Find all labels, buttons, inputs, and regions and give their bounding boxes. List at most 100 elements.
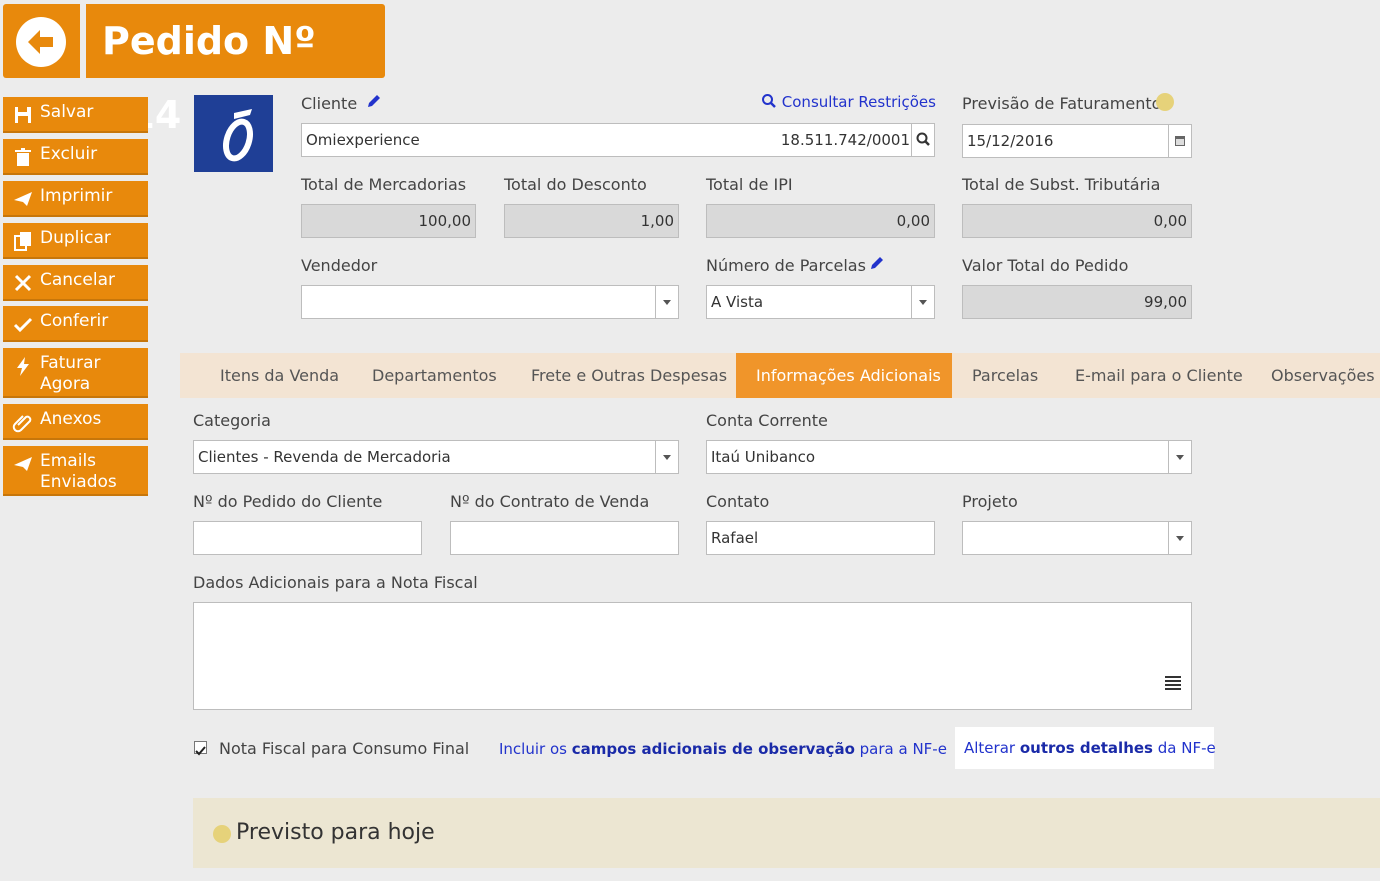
chevron-down-icon[interactable] (1168, 522, 1191, 554)
bolt-icon (12, 355, 34, 377)
chevron-down-icon[interactable] (655, 441, 678, 473)
incluir-campos-link[interactable]: Incluir os campos adicionais de observaç… (499, 740, 947, 758)
incluir-post: para a NF-e (854, 740, 947, 758)
menu-button-label: Cancelar (40, 270, 115, 290)
alterar-bold: outros detalhes (1019, 739, 1153, 757)
chevron-down-icon[interactable] (1168, 441, 1191, 473)
categoria-value: Clientes - Revenda de Mercadoria (198, 448, 451, 466)
categoria-select[interactable]: Clientes - Revenda de Mercadoria (193, 440, 679, 474)
text-expand-icon[interactable] (1163, 669, 1183, 701)
alterar-detalhes-link[interactable]: Alterar outros detalhes da NF-e (955, 727, 1216, 769)
projeto-select[interactable] (962, 521, 1192, 555)
previsto-text: Previsto para hoje (236, 820, 435, 845)
tab-itens-da-venda[interactable]: Itens da Venda (200, 353, 352, 398)
contato-label: Contato (706, 492, 770, 511)
valor-total-label: Valor Total do Pedido (962, 256, 1129, 275)
total-desconto-field: 1,00 (504, 204, 679, 238)
menu-button-imprimir[interactable]: Imprimir (3, 181, 148, 217)
status-dot-icon (1156, 93, 1174, 111)
total-st-label: Total de Subst. Tributária (962, 175, 1161, 194)
menu-button-cancelar[interactable]: Cancelar (3, 265, 148, 301)
cliente-field[interactable]: Omiexperience 18.511.742/0001 (301, 123, 935, 157)
print-icon (12, 188, 34, 210)
total-mercadorias-label: Total de Mercadorias (301, 175, 467, 194)
vendedor-select[interactable] (301, 285, 679, 319)
consumo-final-label: Nota Fiscal para Consumo Final (219, 739, 470, 758)
paperclip-icon (12, 411, 34, 433)
consultar-restricoes-link[interactable]: Consultar Restrições (761, 93, 936, 111)
conta-value: Itaú Unibanco (711, 448, 816, 466)
tab-parcelas[interactable]: Parcelas (952, 353, 1055, 398)
calendar-icon[interactable] (1168, 125, 1191, 157)
close-icon (12, 272, 34, 294)
previsao-value: 15/12/2016 (967, 132, 1054, 150)
vendedor-label: Vendedor (301, 256, 378, 275)
menu-button-duplicar[interactable]: Duplicar (3, 223, 148, 259)
menu-button-label: Excluir (40, 144, 98, 164)
consumo-final-checkbox[interactable] (194, 741, 207, 756)
alterar-post: da NF-e (1152, 739, 1216, 757)
total-ipi-field: 0,00 (706, 204, 935, 238)
menu-button-label: Duplicar (40, 228, 111, 248)
cliente-doc: 18.511.742/0001 (780, 131, 910, 149)
status-dot-icon (213, 825, 231, 843)
categoria-label: Categoria (193, 411, 271, 430)
tab-frete-e-outras-despesas[interactable]: Frete e Outras Despesas (511, 353, 736, 398)
previsao-label: Previsão de Faturamento (962, 94, 1162, 113)
trash-icon (12, 146, 34, 168)
contrato-label: Nº do Contrato de Venda (450, 492, 650, 511)
conta-select[interactable]: Itaú Unibanco (706, 440, 1192, 474)
dados-adicionais-label: Dados Adicionais para a Nota Fiscal (193, 573, 478, 592)
contato-field[interactable]: Rafael (706, 521, 935, 555)
previsto-banner: Previsto para hoje (193, 798, 1380, 868)
previsao-date-field[interactable]: 15/12/2016 (962, 124, 1192, 158)
parcelas-select[interactable]: A Vista (706, 285, 935, 319)
send-icon (12, 453, 34, 475)
pedido-cliente-label: Nº do Pedido do Cliente (193, 492, 383, 511)
tab-departamentos[interactable]: Departamentos (352, 353, 511, 398)
chevron-down-icon[interactable] (911, 286, 934, 318)
tab-informa-es-adicionais[interactable]: Informações Adicionais (736, 353, 952, 398)
menu-button-salvar[interactable]: Salvar (3, 97, 148, 133)
back-arrow-icon (16, 17, 66, 67)
edit-cliente-pencil-icon[interactable] (365, 92, 383, 114)
search-zoom-icon (762, 94, 776, 108)
alterar-pre: Alterar (964, 739, 1020, 757)
pedido-cliente-field[interactable] (193, 521, 422, 555)
dados-adicionais-textarea[interactable] (193, 602, 1192, 710)
menu-button-label: Salvar (40, 102, 94, 122)
cliente-search-icon[interactable] (911, 124, 934, 156)
menu-button-label: Faturar Agora (40, 353, 101, 394)
save-icon (12, 104, 34, 126)
projeto-label: Projeto (962, 492, 1018, 511)
valor-total-field: 99,00 (962, 285, 1192, 319)
incluir-bold: campos adicionais de observação (571, 740, 855, 758)
parcelas-label: Número de Parcelas (706, 256, 866, 275)
client-logo (194, 95, 273, 172)
menu-button-label: Conferir (40, 311, 109, 331)
check-icon (12, 313, 34, 335)
edit-parcelas-pencil-icon[interactable] (868, 254, 886, 276)
contrato-field[interactable] (450, 521, 679, 555)
conta-label: Conta Corrente (706, 411, 828, 430)
menu-button-label: Anexos (40, 409, 102, 429)
parcelas-value: A Vista (711, 293, 764, 311)
menu-button-conferir[interactable]: Conferir (3, 306, 148, 342)
menu-button-faturar-agora[interactable]: Faturar Agora (3, 348, 148, 398)
menu-button-label: Emails Enviados (40, 451, 117, 492)
copy-icon (12, 230, 34, 252)
checkmark-icon (195, 746, 206, 756)
menu-button-emails-enviados[interactable]: Emails Enviados (3, 446, 148, 496)
cliente-value: Omiexperience (306, 131, 420, 149)
page-title: Pedido Nº 314 (86, 4, 385, 137)
tab-observa-es[interactable]: Observações (1251, 353, 1380, 398)
menu-button-label: Imprimir (40, 186, 113, 206)
tab-e-mail-para-o-cliente[interactable]: E-mail para o Cliente (1055, 353, 1251, 398)
total-ipi-label: Total de IPI (706, 175, 793, 194)
menu-button-excluir[interactable]: Excluir (3, 139, 148, 175)
back-button[interactable] (3, 4, 80, 78)
menu-button-anexos[interactable]: Anexos (3, 404, 148, 440)
consultar-label: Consultar Restrições (781, 93, 936, 111)
chevron-down-icon[interactable] (655, 286, 678, 318)
total-st-field: 0,00 (962, 204, 1192, 238)
